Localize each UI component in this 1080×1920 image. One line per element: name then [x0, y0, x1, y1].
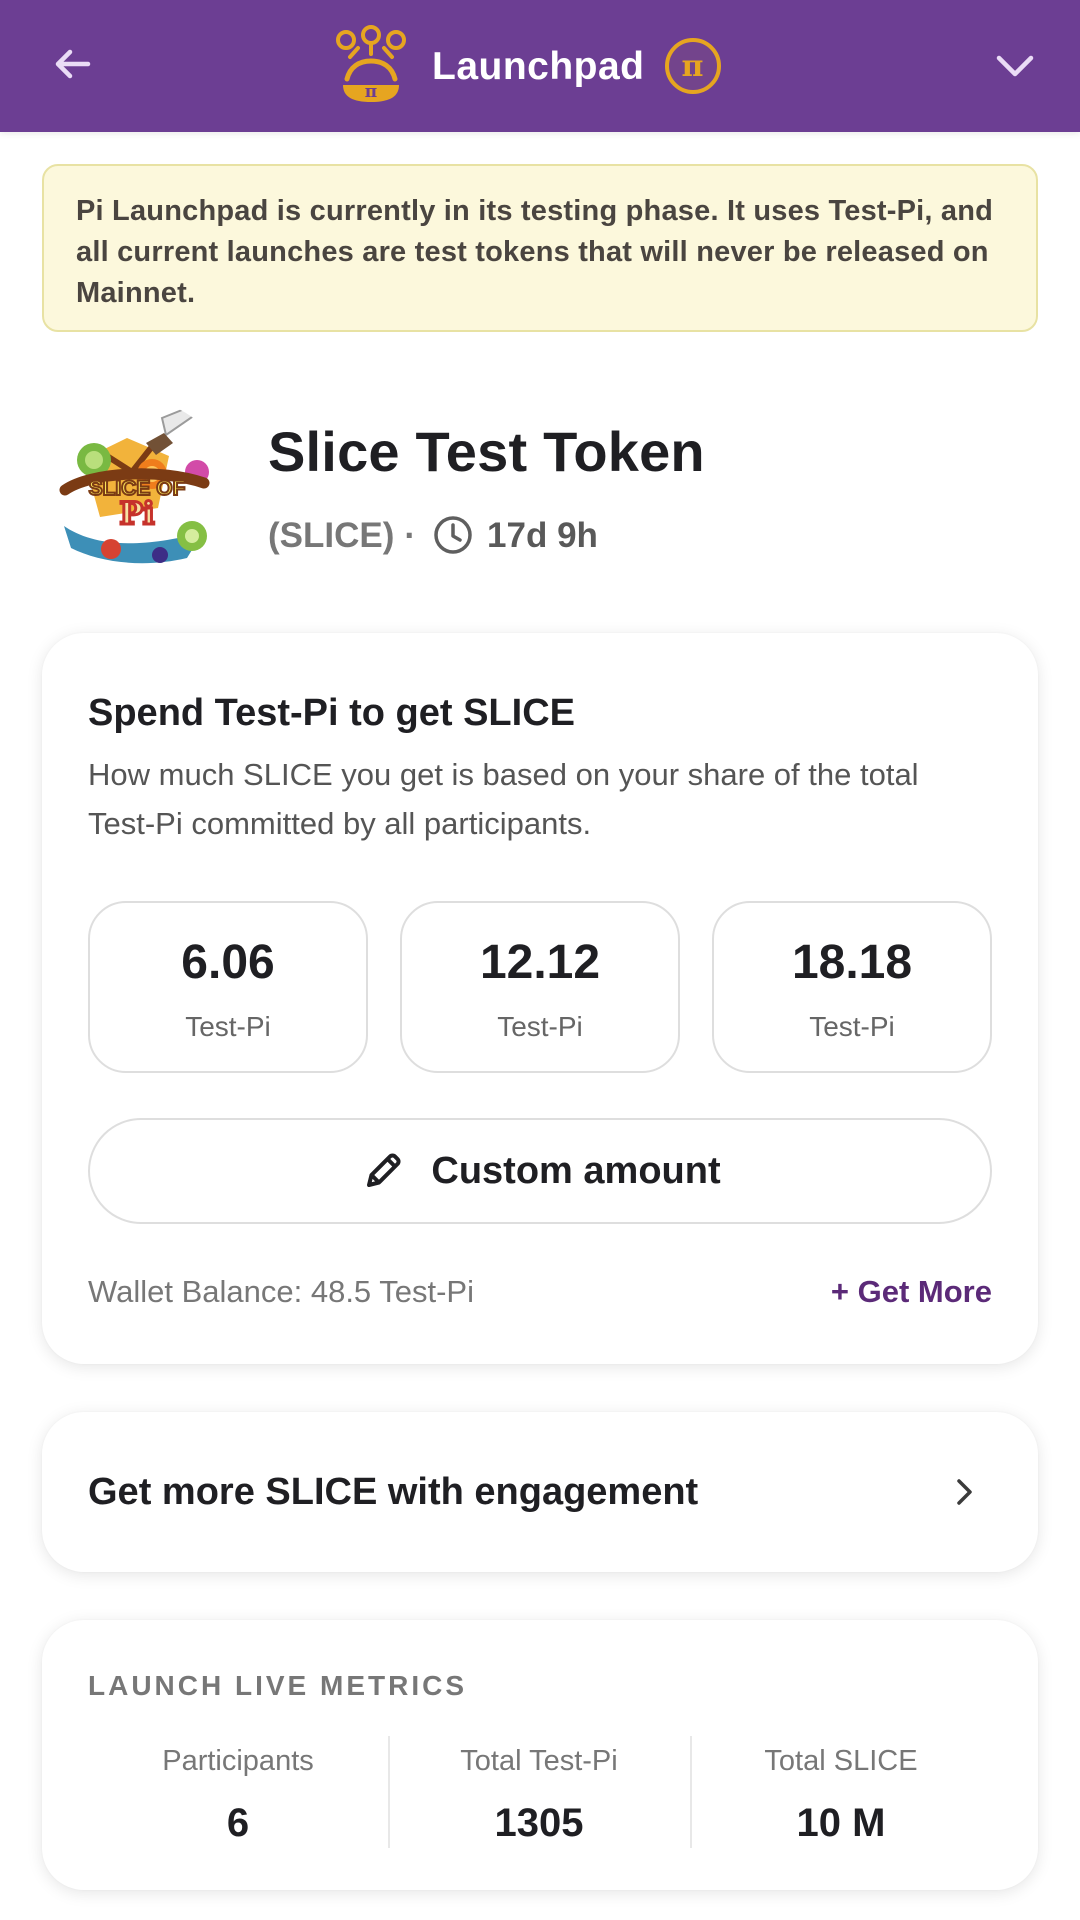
launch-live-metrics-card: LAUNCH LIVE METRICS Participants 6 Total… [42, 1620, 1038, 1890]
custom-amount-label: Custom amount [431, 1150, 721, 1192]
testing-phase-notice: Pi Launchpad is currently in its testing… [42, 164, 1038, 332]
metric-value: 10 M [796, 1801, 886, 1845]
token-name: Slice Test Token [268, 420, 705, 483]
metric-value: 6 [226, 1801, 250, 1845]
amount-value: 12.12 [479, 936, 601, 989]
dropdown-button[interactable] [986, 36, 1044, 94]
custom-amount-button[interactable]: Custom amount [88, 1118, 992, 1224]
metric-value: 1305 [494, 1801, 584, 1845]
amount-value: 6.06 [181, 936, 275, 989]
time-left: 17d 9h [487, 515, 598, 555]
header-title-group: π Launchpad π [330, 24, 721, 108]
page-title: Launchpad [432, 44, 645, 88]
meta-separator: · [404, 515, 417, 555]
notice-text: Pi Launchpad is currently in its testing… [76, 195, 994, 309]
pi-currency-badge: π [664, 38, 721, 94]
launchpad-screen: π Launchpad π Pi Launchpad is currently … [0, 0, 1080, 1920]
amount-option-18-18[interactable]: 18.18 Test-Pi [712, 901, 992, 1073]
svg-text:π: π [365, 82, 377, 102]
chevron-down-icon [996, 55, 1034, 77]
back-button[interactable] [42, 34, 102, 94]
arrow-left-icon [55, 49, 91, 79]
launchpad-icon: π [330, 25, 412, 107]
spend-description: How much SLICE you get is based on your … [88, 757, 919, 841]
clock-icon [432, 514, 474, 556]
metric-label: Total Test-Pi [460, 1745, 618, 1777]
logo-text-bottom: Pi [119, 496, 154, 532]
amount-option-12-12[interactable]: 12.12 Test-Pi [400, 901, 680, 1073]
token-meta: (SLICE) · 17d 9h [268, 512, 598, 558]
spend-card: Spend Test-Pi to get SLICE How much SLIC… [42, 633, 1038, 1364]
metric-label: Total SLICE [764, 1745, 918, 1777]
metric-total-test-pi: Total Test-Pi 1305 [389, 1745, 689, 1845]
pencil-icon [359, 1147, 407, 1195]
metrics-title: LAUNCH LIVE METRICS [88, 1670, 467, 1701]
spend-title: Spend Test-Pi to get SLICE [88, 692, 575, 734]
metric-participants: Participants 6 [88, 1745, 388, 1845]
token-logo: SLICE OF Pi [48, 400, 230, 582]
amount-value: 18.18 [791, 936, 913, 989]
amount-unit: Test-Pi [809, 1011, 895, 1042]
metric-label: Participants [162, 1745, 314, 1777]
get-more-link[interactable]: + Get More [831, 1276, 992, 1307]
token-symbol: (SLICE) [268, 515, 395, 555]
amount-option-6-06[interactable]: 6.06 Test-Pi [88, 901, 368, 1073]
amount-unit: Test-Pi [185, 1011, 271, 1042]
engagement-label: Get more SLICE with engagement [88, 1471, 699, 1513]
chevron-right-icon [947, 1474, 983, 1510]
amount-unit: Test-Pi [497, 1011, 583, 1042]
launchpad-header: π Launchpad π [0, 0, 1080, 132]
wallet-balance: Wallet Balance: 48.5 Test-Pi [88, 1274, 474, 1309]
engagement-card[interactable]: Get more SLICE with engagement [42, 1412, 1038, 1572]
metric-total-slice: Total SLICE 10 M [690, 1745, 992, 1845]
